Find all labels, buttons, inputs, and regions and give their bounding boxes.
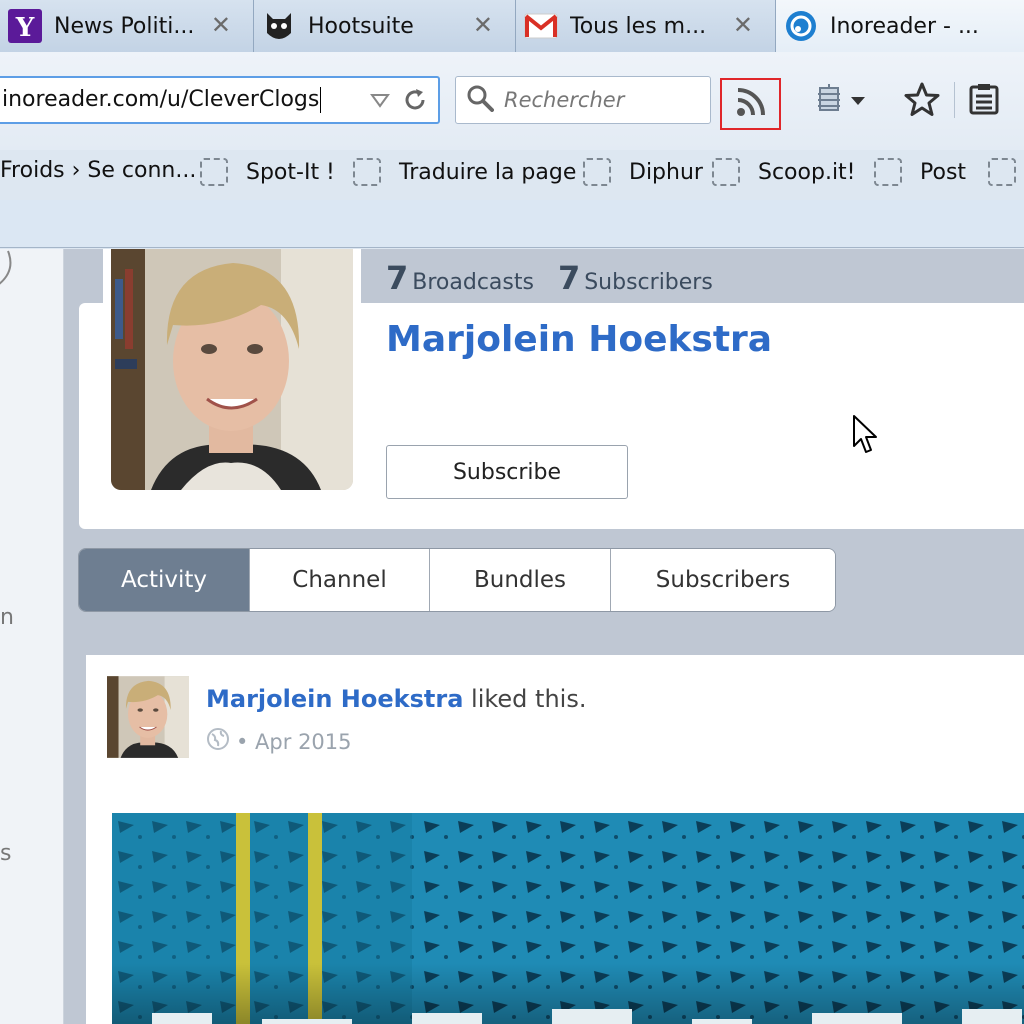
tab-yahoo[interactable]: Y News Politi... ✕	[0, 0, 254, 52]
tab-activity[interactable]: Activity	[79, 549, 250, 611]
mouse-cursor-icon	[853, 415, 877, 453]
tab-title: News Politi...	[54, 13, 195, 39]
bookmark-item[interactable]	[988, 158, 1024, 186]
url-text[interactable]: inoreader.com/u/CleverClogs	[0, 87, 322, 113]
broadcasts-stat[interactable]: 7 Broadcasts	[386, 259, 534, 297]
blank-page-icon	[583, 158, 611, 186]
reload-icon[interactable]	[402, 87, 428, 117]
blank-page-icon	[988, 158, 1016, 186]
blank-page-icon	[200, 158, 228, 186]
tab-gmail[interactable]: Tous les m... ✕	[516, 0, 776, 52]
bookmark-label: Diphur	[629, 159, 703, 185]
bookmark-star-button[interactable]	[904, 82, 940, 120]
url-history-dropdown-icon[interactable]	[370, 90, 390, 114]
tab-subscribers[interactable]: Subscribers	[611, 549, 835, 611]
tab-title: Tous les m...	[570, 13, 707, 39]
profile-name: Marjolein Hoekstra	[386, 319, 773, 360]
author-link[interactable]: Marjolein Hoekstra	[206, 685, 463, 713]
rss-subscribe-button[interactable]	[720, 78, 781, 130]
blank-page-icon	[712, 158, 740, 186]
author-avatar[interactable]	[107, 676, 189, 758]
tab-title: Inoreader - ...	[830, 13, 979, 39]
blank-page-icon	[874, 158, 902, 186]
gmail-icon	[524, 9, 558, 43]
activity-action: liked this.	[463, 685, 587, 713]
bookmark-label: Froids › Se conn...	[0, 158, 197, 183]
activity-date[interactable]: • Apr 2015	[236, 730, 352, 754]
bookmarks-menu-button[interactable]	[968, 82, 1000, 120]
tab-title: Hootsuite	[308, 13, 414, 39]
svg-text:Y: Y	[15, 13, 35, 43]
bookmark-item[interactable]: Diphur	[583, 158, 703, 186]
network-tower-icon	[812, 82, 846, 120]
profile-stats: 7 Broadcasts 7 Subscribers	[386, 259, 713, 297]
bookmark-label: Spot-It !	[246, 159, 335, 185]
search-input[interactable]	[504, 88, 694, 112]
refresh-arrow-icon[interactable]	[0, 249, 20, 289]
close-tab-icon[interactable]: ✕	[211, 11, 231, 39]
search-icon	[466, 84, 494, 116]
activity-text: Marjolein Hoekstra liked this.	[206, 685, 586, 713]
addon-menu-button[interactable]	[812, 82, 866, 120]
page-content: n s 7 Broadcasts 7 Subscribers Marjolein H…	[0, 249, 1024, 1024]
bookmarks-toolbar: Froids › Se conn... Spot-It ! Traduire l…	[0, 150, 1024, 200]
close-tab-icon[interactable]: ✕	[473, 11, 493, 39]
sidebar-text-fragment: n	[0, 605, 14, 630]
bookmark-label: Traduire la page	[399, 159, 577, 185]
left-sidebar: n s	[0, 249, 64, 1024]
toolbar-separator	[954, 82, 955, 118]
search-bar[interactable]	[455, 76, 711, 124]
yahoo-icon: Y	[8, 9, 42, 43]
bookmark-item[interactable]: Scoop.it!	[712, 158, 856, 186]
navigation-toolbar: inoreader.com/u/CleverClogs	[0, 52, 1024, 150]
tab-hootsuite[interactable]: Hootsuite ✕	[254, 0, 516, 52]
chevron-down-icon	[850, 92, 866, 111]
bookmark-label: Scoop.it!	[758, 159, 856, 185]
activity-feed-item: Marjolein Hoekstra liked this. • Apr 201…	[86, 655, 1024, 1024]
tab-bundles[interactable]: Bundles	[430, 549, 611, 611]
subscribe-button[interactable]: Subscribe	[386, 445, 628, 499]
bookmark-item[interactable]: Post	[874, 158, 966, 186]
inoreader-icon	[784, 9, 818, 43]
toolbar-spacer	[0, 200, 1024, 248]
hootsuite-owl-icon	[262, 9, 296, 43]
tab-strip: Y News Politi... ✕ Hootsuite ✕ Tous les …	[0, 0, 1024, 52]
rss-feed-icon	[735, 86, 767, 122]
close-tab-icon[interactable]: ✕	[733, 11, 753, 39]
blank-page-icon	[353, 158, 381, 186]
url-bar[interactable]: inoreader.com/u/CleverClogs	[0, 76, 440, 124]
tab-inoreader[interactable]: Inoreader - ...	[776, 0, 1024, 52]
subscribers-stat[interactable]: 7 Subscribers	[558, 259, 713, 297]
clipboard-list-icon	[968, 82, 1000, 120]
tab-channel[interactable]: Channel	[250, 549, 430, 611]
bookmark-label: Post	[920, 159, 967, 185]
globe-icon	[206, 727, 230, 756]
profile-tabs: Activity Channel Bundles Subscribers	[78, 548, 836, 612]
bookmark-item[interactable]: Froids › Se conn...	[0, 158, 196, 183]
profile-avatar	[111, 249, 353, 490]
bookmark-item[interactable]: Traduire la page	[353, 158, 576, 186]
star-icon	[904, 82, 940, 120]
sidebar-text-fragment: s	[0, 841, 12, 866]
bookmark-item[interactable]: Spot-It !	[200, 158, 335, 186]
activity-meta: • Apr 2015	[206, 727, 352, 756]
article-image[interactable]	[112, 813, 1024, 1024]
